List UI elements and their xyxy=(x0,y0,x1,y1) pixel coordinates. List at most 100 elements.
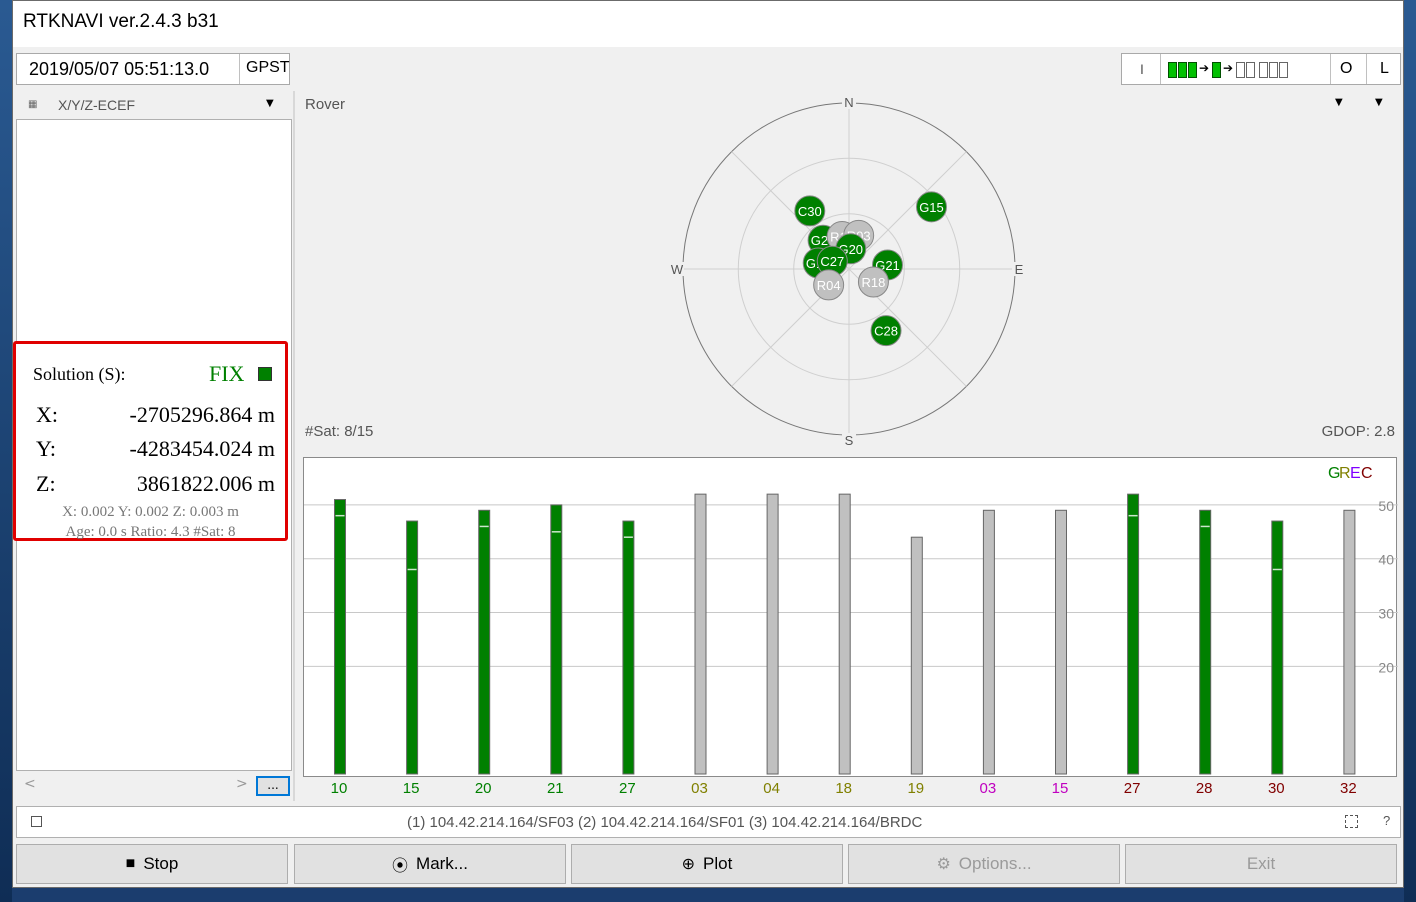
snr-bar xyxy=(982,509,995,775)
solution-box: Solution (S): FIX X: -2705296.864 m Y: -… xyxy=(13,341,288,541)
output-stream-button[interactable]: O xyxy=(1340,60,1352,78)
category-label: 03 xyxy=(691,780,708,797)
scroll-left-icon[interactable]: < xyxy=(24,776,36,792)
status-checkbox[interactable] xyxy=(31,816,42,827)
time-display: 2019/05/07 05:51:13.0 GPST xyxy=(16,53,290,85)
std-deviation-line: X: 0.002 Y: 0.002 Z: 0.003 m xyxy=(62,504,239,520)
z-label: Z: xyxy=(36,471,56,496)
snr-bar xyxy=(334,499,346,775)
dropdown-arrow-icon[interactable]: ▼ xyxy=(266,98,274,109)
coordinate-select[interactable]: ▦ X/Y/Z-ECEF ▼ xyxy=(16,91,292,119)
x-label: X: xyxy=(36,402,58,427)
time-text: 2019/05/07 05:51:13.0 xyxy=(29,59,210,79)
scroll-right-icon[interactable]: > xyxy=(236,776,248,792)
legend-entry: R xyxy=(1339,465,1351,482)
category-label: 04 xyxy=(763,780,780,797)
stream-indicator-panel: I ➔ ➔ O L xyxy=(1121,53,1401,85)
separator xyxy=(1160,54,1161,84)
status-bar: (1) 104.42.214.164/SF03 (2) 104.42.214.1… xyxy=(16,806,1401,838)
options-button[interactable]: ⚙ Options... xyxy=(848,844,1120,884)
snr-chart-svg: 20304050GR E C xyxy=(304,465,1398,775)
mark-button[interactable]: ⦿ Mark... xyxy=(294,844,566,884)
direction-label: N xyxy=(844,95,853,110)
direction-label: S xyxy=(845,433,854,448)
time-system-button[interactable]: GPST xyxy=(239,54,292,84)
snr-bar xyxy=(550,504,563,775)
globe-icon: ⊕ xyxy=(681,856,696,873)
snr-bar xyxy=(1199,509,1212,775)
skyplot: NSEWC30G15G27R19R03G20G10C27G21R04R18C28 xyxy=(670,95,1026,448)
input-stream-button[interactable]: I xyxy=(1140,61,1144,77)
stop-button-label: Stop xyxy=(143,854,179,873)
panel-toggle-icon[interactable] xyxy=(1345,815,1358,828)
snr-bar xyxy=(838,493,851,775)
solution-label: Solution (S): xyxy=(33,364,126,384)
gear-icon: ⚙ xyxy=(936,856,951,873)
help-button[interactable]: ? xyxy=(1383,813,1390,828)
satellite-label: R04 xyxy=(817,278,841,293)
category-label: 27 xyxy=(619,780,636,797)
satellite-label: C30 xyxy=(798,204,822,219)
log-indicator-2 xyxy=(1269,62,1278,78)
age-ratio-line: Age: 0.0 s Ratio: 4.3 #Sat: 8 xyxy=(65,524,236,540)
snr-bar xyxy=(622,520,635,775)
category-label: 21 xyxy=(547,780,564,797)
output-indicator-1 xyxy=(1236,62,1245,78)
x-value: -2705296.864 m xyxy=(129,402,275,427)
category-label: 30 xyxy=(1268,780,1285,797)
satellite-label: C27 xyxy=(820,254,844,269)
solution-status: FIX xyxy=(209,361,245,386)
snr-bar xyxy=(406,520,419,775)
snr-bar xyxy=(1271,520,1284,775)
satellite-count: #Sat: 8/15 xyxy=(305,423,374,440)
coordinate-select-label: X/Y/Z-ECEF xyxy=(58,97,136,113)
satellite-label: R18 xyxy=(861,275,885,290)
snr-bar xyxy=(694,493,707,775)
category-label: 32 xyxy=(1340,780,1357,797)
snr-bar xyxy=(478,509,491,775)
category-label: 28 xyxy=(1196,780,1213,797)
y-tick-label: 50 xyxy=(1378,498,1394,514)
desktop-left-edge xyxy=(0,0,12,902)
fix-indicator xyxy=(258,367,272,381)
arrow-icon: ➔ xyxy=(1199,61,1210,75)
title-bar[interactable]: RTKNAVI ver.2.4.3 b31 xyxy=(13,1,1403,47)
exit-button[interactable]: Exit xyxy=(1125,844,1397,884)
desktop-right-edge xyxy=(1404,0,1416,902)
satellite-label: C28 xyxy=(874,324,898,339)
plot-button[interactable]: ⊕ Plot xyxy=(571,844,843,884)
more-button[interactable]: ... xyxy=(256,776,290,796)
gdop-value: GDOP: 2.8 xyxy=(1321,423,1395,440)
log-indicator-1 xyxy=(1259,62,1268,78)
time-system-label: GPST xyxy=(246,59,290,76)
rtknavi-window: RTKNAVI ver.2.4.3 b31 2019/05/07 05:51:1… xyxy=(12,0,1404,888)
stop-icon: ■ xyxy=(125,855,136,872)
horizontal-scrollbar[interactable]: < > ... xyxy=(16,774,292,798)
y-value: -4283454.024 m xyxy=(129,436,275,461)
monitor-panel: Rover ▼ ▼ NSEWC30G15G27R19R03G20G10C27G2… xyxy=(295,91,1401,801)
category-label: 18 xyxy=(835,780,852,797)
arrow-icon: ➔ xyxy=(1223,61,1234,75)
category-label: 10 xyxy=(331,780,348,797)
y-tick-label: 20 xyxy=(1378,659,1394,675)
mark-button-label: Mark... xyxy=(416,854,468,873)
log-stream-button[interactable]: L xyxy=(1380,60,1389,78)
category-label: 03 xyxy=(980,780,997,797)
direction-label: E xyxy=(1015,262,1024,277)
category-label: 15 xyxy=(403,780,420,797)
input-rover-indicator xyxy=(1168,62,1177,78)
snr-bar xyxy=(766,493,779,775)
solution-indicator xyxy=(1212,62,1221,78)
stream-status-text: (1) 104.42.214.164/SF03 (2) 104.42.214.1… xyxy=(407,814,923,831)
separator xyxy=(1366,54,1367,84)
azimuth-line xyxy=(848,151,967,270)
stop-button[interactable]: ■ Stop xyxy=(16,844,288,884)
category-label: 19 xyxy=(907,780,924,797)
snr-bar-chart: 20 30 40 50 G R E C xyxy=(303,457,1398,777)
z-value: 3861822.006 m xyxy=(136,471,275,496)
solution-panel: ▦ X/Y/Z-ECEF ▼ Solution (S): FIX X: -270… xyxy=(13,91,292,801)
log-indicator-3 xyxy=(1279,62,1288,78)
separator xyxy=(1330,54,1331,84)
output-indicator-2 xyxy=(1246,62,1255,78)
input-corr-indicator xyxy=(1188,62,1197,78)
